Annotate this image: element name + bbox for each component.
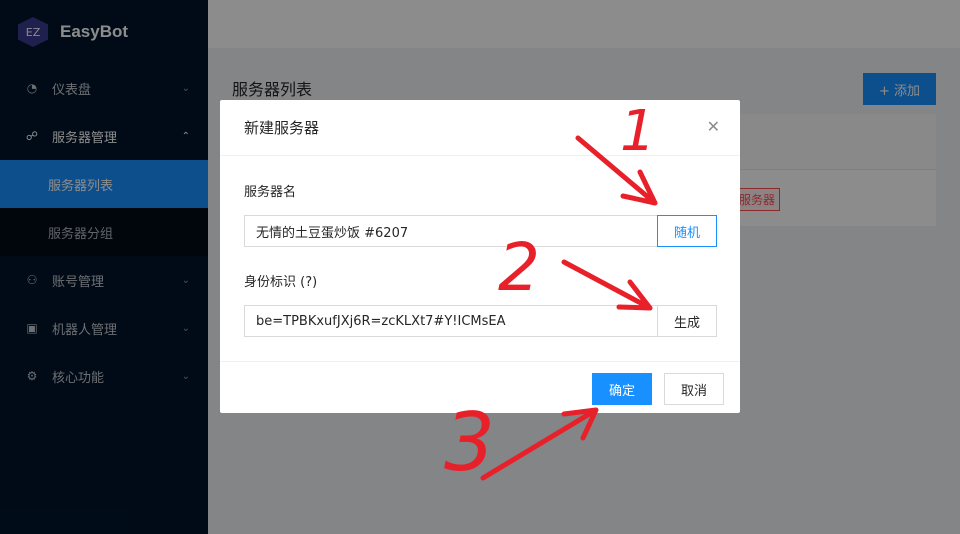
identity-input[interactable]	[244, 305, 657, 337]
ok-button[interactable]: 确定	[592, 373, 652, 405]
server-name-label: 服务器名	[244, 185, 297, 200]
identity-group: 生成	[244, 305, 717, 337]
random-button[interactable]: 随机	[657, 215, 717, 247]
modal-footer: 确定 取消	[220, 361, 740, 413]
cancel-button[interactable]: 取消	[664, 373, 724, 405]
modal-title: 新建服务器	[244, 119, 320, 137]
server-name-input[interactable]	[244, 215, 657, 247]
create-server-modal: 新建服务器 ✕ 服务器名 随机 身份标识 (?) 生成 确定 取消	[220, 100, 740, 413]
close-icon[interactable]: ✕	[707, 117, 720, 136]
identity-label: 身份标识 (?)	[244, 275, 318, 290]
server-name-group: 随机	[244, 215, 717, 247]
modal-header: 新建服务器	[220, 100, 740, 156]
generate-button[interactable]: 生成	[657, 305, 717, 337]
